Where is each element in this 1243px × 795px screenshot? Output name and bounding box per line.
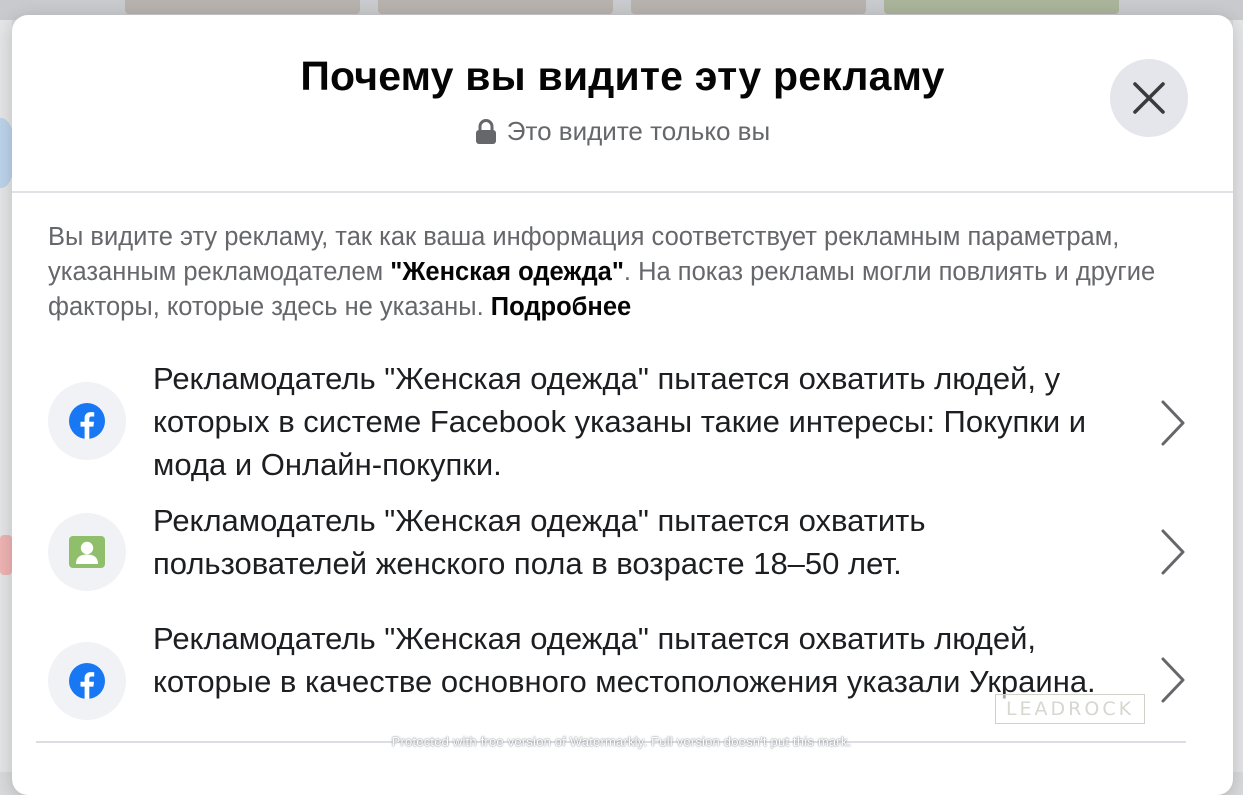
reason-icon-container xyxy=(48,513,126,591)
dialog-body: Вы видите эту рекламу, так как ваша инфо… xyxy=(48,220,1208,720)
lock-icon xyxy=(475,118,496,144)
targeting-reason-interests[interactable]: Рекламодатель "Женская одежда" пытается … xyxy=(48,357,1208,487)
reason-icon-container xyxy=(48,642,126,720)
targeting-reason-location[interactable]: Рекламодатель "Женская одежда" пытается … xyxy=(48,617,1208,747)
watermark-notice: Protected with free version of Watermark… xyxy=(391,734,852,749)
why-am-i-seeing-this-ad-dialog: Почему вы видите эту рекламу Это видите … xyxy=(12,15,1233,795)
background-thumbnail xyxy=(884,0,1119,14)
close-button[interactable] xyxy=(1110,59,1188,137)
leadrock-watermark: LEADROCK xyxy=(995,694,1145,724)
privacy-note: Это видите только вы xyxy=(12,116,1233,147)
reason-text: Рекламодатель "Женская одежда" пытается … xyxy=(153,621,1096,699)
reason-icon-container xyxy=(48,382,126,460)
chevron-right-icon xyxy=(1161,657,1185,703)
dialog-header: Почему вы видите эту рекламу Это видите … xyxy=(12,15,1233,193)
background-thumbnail xyxy=(125,0,360,14)
background-thumbnail xyxy=(631,0,866,14)
background-badge xyxy=(0,535,12,575)
background-right xyxy=(1233,20,1243,772)
facebook-icon xyxy=(69,403,105,439)
background-thumbnail xyxy=(378,0,613,14)
dialog-title: Почему вы видите эту рекламу xyxy=(300,53,945,99)
reason-text: Рекламодатель "Женская одежда" пытается … xyxy=(153,361,1087,482)
close-icon xyxy=(1133,82,1165,114)
user-card-icon xyxy=(69,536,105,568)
ad-explanation: Вы видите эту рекламу, так как ваша инфо… xyxy=(48,220,1208,325)
chevron-right-icon xyxy=(1161,529,1185,575)
facebook-icon xyxy=(69,663,105,699)
reason-text: Рекламодатель "Женская одежда" пытается … xyxy=(153,503,926,581)
privacy-note-text: Это видите только вы xyxy=(506,116,771,146)
targeting-reason-demographics[interactable]: Рекламодатель "Женская одежда" пытается … xyxy=(48,503,1208,599)
chevron-right-icon xyxy=(1161,400,1185,446)
learn-more-link[interactable]: Подробнее xyxy=(491,293,631,321)
advertiser-name: "Женская одежда" xyxy=(390,258,624,286)
